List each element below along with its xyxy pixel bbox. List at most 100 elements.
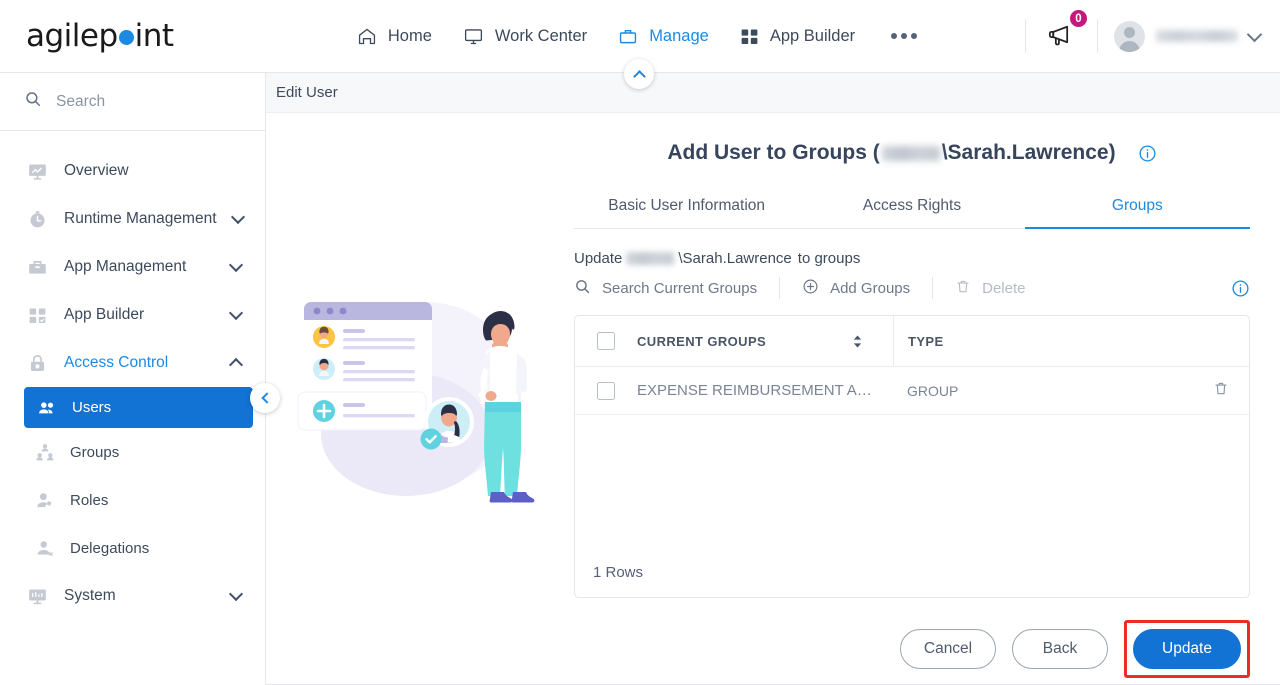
cancel-button[interactable]: Cancel — [900, 629, 996, 669]
body-area: Search Overview Runtime Management App M… — [0, 59, 1280, 685]
more-menu-icon[interactable] — [885, 33, 923, 39]
sidebar-item-runtime-management[interactable]: Runtime Management — [0, 195, 265, 243]
chevron-down-icon[interactable] — [228, 257, 244, 272]
sidebar-label-access-control: Access Control — [64, 354, 169, 371]
groups-toolbar: Search Current Groups Add Groups Delete — [574, 277, 1250, 299]
search-current-groups-input[interactable]: Search Current Groups — [574, 278, 779, 299]
sidebar-item-users[interactable]: Users — [24, 387, 253, 428]
add-groups-label: Add Groups — [830, 279, 911, 297]
sidebar-label-roles: Roles — [70, 491, 109, 509]
tab-basic-user-information[interactable]: Basic User Information — [574, 188, 799, 228]
sidebar: Search Overview Runtime Management App M… — [0, 73, 280, 685]
nav-item-app-builder[interactable]: App Builder — [739, 26, 855, 47]
chevron-up-icon — [632, 69, 646, 83]
user-menu[interactable] — [1114, 20, 1263, 52]
tab-access-rights[interactable]: Access Rights — [799, 188, 1024, 228]
info-icon[interactable] — [1231, 279, 1250, 298]
chevron-down-icon[interactable] — [1246, 26, 1263, 42]
sidebar-label-app-management: App Management — [64, 258, 187, 275]
add-groups-button[interactable]: Add Groups — [780, 278, 932, 299]
chevron-down-icon[interactable] — [228, 586, 244, 601]
toolbox-icon — [26, 257, 48, 278]
header-right-area: 0 — [1009, 9, 1280, 54]
select-all-cell — [575, 332, 637, 350]
search-placeholder: Search Current Groups — [602, 279, 758, 297]
chevron-left-icon — [260, 392, 273, 404]
tab-groups[interactable]: Groups — [1024, 188, 1251, 229]
monitor-icon — [462, 26, 485, 47]
row-actions — [1193, 380, 1249, 401]
lock-icon — [26, 353, 48, 374]
sidebar-label-system: System — [64, 587, 116, 604]
sidebar-item-roles[interactable]: Roles — [0, 476, 265, 524]
table-row[interactable]: EXPENSE REIMBURSEMENT APPROVE… GROUP — [575, 367, 1249, 415]
cell-group-type: GROUP — [893, 367, 1193, 414]
header-divider-2 — [1097, 19, 1098, 53]
sidebar-item-system[interactable]: System — [0, 572, 265, 620]
announcement-button[interactable]: 0 — [1042, 9, 1088, 54]
back-button[interactable]: Back — [1012, 629, 1108, 669]
table-header-row: CURRENT GROUPS TYPE — [575, 316, 1249, 367]
select-all-checkbox[interactable] — [597, 332, 615, 350]
domain-redacted — [881, 145, 940, 161]
sidebar-search[interactable]: Search — [0, 73, 265, 131]
form-column: Add User to Groups (\Sarah.Lawrence) Bas… — [574, 113, 1280, 684]
sidebar-label-users: Users — [72, 399, 112, 416]
chevron-up-icon[interactable] — [228, 357, 244, 372]
sidebar-item-access-control[interactable]: Access Control — [0, 339, 265, 387]
search-icon — [24, 90, 42, 113]
panel-collapse-button[interactable] — [624, 59, 654, 89]
home-icon — [356, 26, 378, 47]
group-icon — [34, 442, 56, 462]
sidebar-item-app-builder[interactable]: App Builder — [0, 291, 265, 339]
sidebar-collapse-button[interactable] — [250, 383, 280, 413]
page-header: Edit User — [266, 59, 1280, 113]
add-user-illustration — [297, 301, 535, 502]
plus-circle-icon — [802, 278, 819, 299]
nav-item-home[interactable]: Home — [356, 26, 432, 47]
system-icon — [26, 586, 48, 607]
sort-icon[interactable] — [852, 335, 881, 348]
group-name-text: EXPENSE REIMBURSEMENT APPROVE… — [637, 382, 881, 399]
sidebar-label-groups: Groups — [70, 443, 120, 461]
form-actions: Cancel Back Update — [574, 620, 1250, 684]
announcement-badge: 0 — [1069, 9, 1088, 28]
row-delete-icon[interactable] — [1213, 380, 1229, 401]
nav-item-work-center[interactable]: Work Center — [462, 26, 587, 47]
trash-icon — [955, 278, 971, 299]
delete-label: Delete — [982, 279, 1026, 297]
sidebar-search-placeholder: Search — [56, 92, 106, 110]
sidebar-label-app-builder: App Builder — [64, 306, 145, 323]
chevron-down-icon[interactable] — [230, 209, 245, 224]
megaphone-icon — [1046, 25, 1077, 53]
column-type[interactable]: TYPE — [893, 316, 1193, 366]
row-checkbox[interactable] — [597, 381, 615, 400]
illustration-column — [266, 113, 574, 684]
row-select-cell — [575, 381, 637, 400]
form-title-prefix: Add User to Groups ( — [667, 141, 880, 164]
users-icon — [36, 398, 58, 418]
nav-label-work-center: Work Center — [494, 26, 588, 45]
group-type-text: GROUP — [907, 382, 959, 399]
delete-button[interactable]: Delete — [933, 278, 1047, 299]
overview-icon — [26, 161, 48, 182]
column-label-current-groups: CURRENT GROUPS — [637, 333, 767, 349]
sidebar-item-groups[interactable]: Groups — [0, 428, 265, 476]
sidebar-label-delegations: Delegations — [70, 539, 150, 557]
row-count: 1 Rows — [593, 563, 644, 581]
sidebar-item-app-management[interactable]: App Management — [0, 243, 265, 291]
chevron-down-icon[interactable] — [228, 305, 244, 320]
brand-logo[interactable]: agilep int — [0, 18, 270, 54]
briefcase-icon — [617, 26, 639, 47]
domain-redacted-2 — [626, 252, 675, 265]
nav-item-manage[interactable]: Manage — [617, 26, 709, 47]
column-current-groups[interactable]: CURRENT GROUPS — [637, 334, 893, 349]
content-area: Add User to Groups (\Sarah.Lawrence) Bas… — [266, 113, 1280, 684]
page-title: Edit User — [276, 84, 338, 101]
sidebar-item-delegations[interactable]: Delegations — [0, 524, 265, 572]
info-icon[interactable] — [1138, 144, 1157, 163]
update-button[interactable]: Update — [1133, 629, 1241, 669]
table-footer: 1 Rows — [575, 547, 1249, 597]
sidebar-item-overview[interactable]: Overview — [0, 147, 265, 195]
clock-icon — [26, 209, 48, 230]
